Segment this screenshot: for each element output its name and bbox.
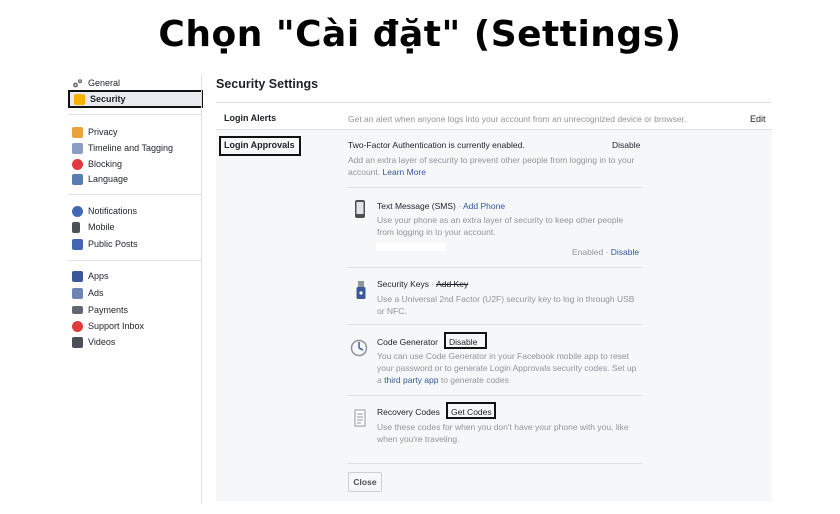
sidebar-item-blocking[interactable]: Blocking <box>72 156 122 172</box>
sidebar-item-label: Blocking <box>88 159 123 169</box>
sidebar-divider <box>68 114 202 115</box>
sms-disable-link[interactable]: Disable <box>611 247 639 257</box>
sidebar-divider <box>68 260 202 261</box>
globe-icon <box>72 205 83 217</box>
close-button[interactable]: Close <box>348 472 382 492</box>
sidebar-item-label: Mobile <box>88 222 115 232</box>
method-divider <box>348 395 642 396</box>
login-alerts-desc: Get an alert when anyone logs into your … <box>348 114 687 124</box>
login-approvals-label: Login Approvals <box>219 136 301 156</box>
apps-icon <box>72 270 83 282</box>
generator-desc: You can use Code Generator in your Faceb… <box>377 350 641 386</box>
phone-icon <box>354 200 366 218</box>
sidebar-item-general[interactable]: General <box>72 75 120 91</box>
sms-separator: · <box>455 201 463 211</box>
sidebar-item-label: Ads <box>88 288 104 298</box>
sidebar-item-support-inbox[interactable]: Support Inbox <box>72 318 144 334</box>
sidebar-item-timeline[interactable]: Timeline and Tagging <box>72 140 173 156</box>
sidebar-item-label: Videos <box>88 337 116 347</box>
login-alerts-edit-link[interactable]: Edit <box>750 113 766 125</box>
sidebar-item-apps[interactable]: Apps <box>72 268 109 284</box>
keys-title: Security Keys <box>377 279 429 289</box>
sidebar-item-label: Payments <box>88 305 129 315</box>
method-divider <box>348 324 642 325</box>
sidebar-item-ads[interactable]: Ads <box>72 285 104 301</box>
sidebar-item-label: Apps <box>88 271 109 281</box>
ads-icon <box>72 287 83 299</box>
usb-key-icon <box>355 281 367 299</box>
sidebar-border <box>201 74 202 504</box>
sidebar-item-label: Timeline and Tagging <box>88 143 174 153</box>
keys-desc: Use a Universal 2nd Factor (U2F) securit… <box>377 294 635 316</box>
sms-title-row: Text Message (SMS) · Add Phone <box>377 200 505 212</box>
sidebar-item-security[interactable]: Security <box>68 90 203 108</box>
sidebar-item-videos[interactable]: Videos <box>72 334 115 350</box>
add-key-link[interactable]: Add Key <box>436 279 468 289</box>
sms-title: Text Message (SMS) <box>377 201 456 211</box>
recovery-title: Recovery Codes <box>377 407 440 417</box>
learn-more-link[interactable]: Learn More <box>383 167 426 177</box>
sidebar-item-label: Notifications <box>88 206 138 216</box>
sidebar-divider <box>68 194 202 195</box>
privacy-lock-icon <box>72 126 83 138</box>
code-generator-icon <box>350 339 368 357</box>
sms-status-row: Enabled · Disable <box>572 246 639 258</box>
add-phone-link[interactable]: Add Phone <box>463 201 505 211</box>
login-approvals-desc: Add an extra layer of security to preven… <box>348 154 638 178</box>
sidebar-item-language[interactable]: Language <box>72 171 128 187</box>
phone-icon <box>72 221 80 233</box>
code-generator-disable-link[interactable]: Disable <box>444 332 487 349</box>
sidebar-item-label: General <box>88 78 121 88</box>
sidebar-item-notifications[interactable]: Notifications <box>72 203 137 219</box>
sms-separator: · <box>603 247 611 257</box>
sms-enabled-status: Enabled <box>572 247 604 257</box>
sidebar-item-label: Language <box>88 174 129 184</box>
sidebar-item-label: Security <box>90 94 126 104</box>
method-divider <box>348 187 642 188</box>
tutorial-caption: Chọn "Cài đặt" (Settings) <box>158 14 682 55</box>
card-icon <box>72 306 83 314</box>
method-divider <box>348 267 642 268</box>
page-title: Security Settings <box>216 77 319 91</box>
keys-separator: · <box>428 279 437 289</box>
lifebuoy-icon <box>72 320 83 332</box>
two-factor-disable-link[interactable]: Disable <box>612 139 640 151</box>
sidebar-item-label: Support Inbox <box>88 321 145 331</box>
login-alerts-label: Login Alerts <box>224 113 277 123</box>
generator-desc-text-end: to generate codes <box>440 375 509 385</box>
sidebar-item-public-posts[interactable]: Public Posts <box>72 236 138 252</box>
get-codes-link[interactable]: Get Codes <box>446 402 496 419</box>
sidebar-item-mobile[interactable]: Mobile <box>72 219 115 235</box>
rss-icon <box>72 238 83 250</box>
sidebar-item-privacy[interactable]: Privacy <box>72 124 118 140</box>
timeline-icon <box>72 142 83 154</box>
third-party-app-link[interactable]: third party app <box>384 375 438 385</box>
language-icon <box>72 173 83 185</box>
two-factor-status: Two-Factor Authentication is currently e… <box>348 140 525 150</box>
recovery-codes-icon <box>354 409 366 427</box>
sidebar-item-payments[interactable]: Payments <box>72 302 128 318</box>
method-divider <box>348 463 642 464</box>
title-divider <box>216 102 772 103</box>
generator-title: Code Generator <box>377 337 438 347</box>
film-icon <box>72 336 83 348</box>
redacted-phone-number <box>376 243 446 251</box>
sidebar-item-label: Public Posts <box>88 239 138 249</box>
recovery-desc: Use these codes for when you don't have … <box>377 422 629 444</box>
shield-badge-icon <box>74 93 85 105</box>
keys-title-row: Security Keys · Add Key <box>377 278 468 290</box>
gears-icon <box>72 78 83 89</box>
sidebar-item-label: Privacy <box>88 127 118 137</box>
blocking-icon <box>72 158 83 170</box>
sms-desc: Use your phone as an extra layer of secu… <box>377 215 624 237</box>
